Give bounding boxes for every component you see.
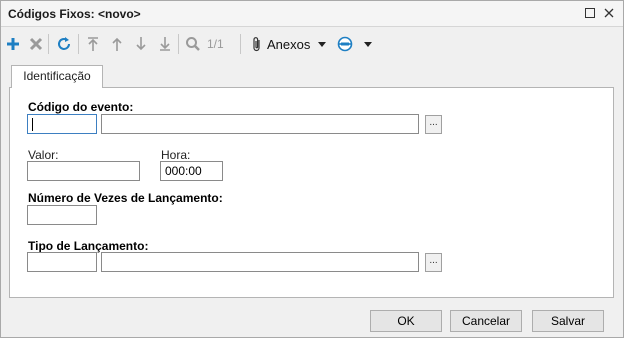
cancel-button[interactable]: Cancelar <box>450 310 522 332</box>
search-icon <box>186 37 200 51</box>
refresh-button[interactable] <box>53 33 75 55</box>
globe-dropdown[interactable] <box>337 33 377 55</box>
maximize-icon <box>585 8 595 18</box>
codigo-evento-description-field[interactable] <box>101 114 419 134</box>
tipo-lancamento-lookup-button[interactable]: ... <box>425 253 442 272</box>
toolbar-separator <box>78 34 79 54</box>
tipo-lancamento-description-field[interactable] <box>101 252 419 272</box>
first-record-icon <box>88 37 98 51</box>
tipo-lancamento-label: Tipo de Lançamento: <box>28 239 149 253</box>
toolbar-separator <box>48 34 49 54</box>
record-pager: 1/1 <box>207 37 224 51</box>
chevron-down-icon <box>318 41 327 47</box>
codigo-evento-input[interactable] <box>27 114 97 134</box>
search-button[interactable] <box>182 33 204 55</box>
paperclip-icon <box>253 37 260 52</box>
globe-icon <box>337 36 353 52</box>
add-icon <box>7 38 19 50</box>
toolbar-separator <box>178 34 179 54</box>
codigo-evento-lookup-button[interactable]: ... <box>425 115 442 134</box>
anexos-dropdown[interactable]: Anexos <box>251 33 333 55</box>
chevron-down-icon <box>364 41 372 47</box>
title-bar: Códigos Fixos: <novo> <box>1 1 623 27</box>
close-icon <box>604 8 614 18</box>
numero-vezes-label: Número de Vezes de Lançamento: <box>28 191 223 205</box>
window-title: Códigos Fixos: <novo> <box>8 7 141 21</box>
dialog-footer: OK Cancelar Salvar <box>1 301 623 337</box>
first-record-button[interactable] <box>82 33 104 55</box>
next-record-icon <box>136 37 146 51</box>
refresh-icon <box>58 37 70 50</box>
close-window-button[interactable] <box>600 5 618 23</box>
previous-record-icon <box>112 37 122 51</box>
hora-label: Hora: <box>161 148 191 162</box>
ok-button[interactable]: OK <box>370 310 442 332</box>
save-button[interactable]: Salvar <box>532 310 604 332</box>
codigo-evento-label: Código do evento: <box>28 100 134 114</box>
next-record-button[interactable] <box>130 33 152 55</box>
delete-icon <box>29 37 43 51</box>
anexos-label: Anexos <box>267 36 311 52</box>
valor-label: Valor: <box>28 148 59 162</box>
maximize-button[interactable] <box>581 5 599 23</box>
delete-button[interactable] <box>25 33 47 55</box>
hora-input[interactable]: 000:00 <box>160 161 223 181</box>
previous-record-button[interactable] <box>106 33 128 55</box>
tipo-lancamento-input[interactable] <box>27 252 97 272</box>
dialog-window: Códigos Fixos: <novo> 1/1 Anexos Identif… <box>0 0 624 338</box>
text-cursor <box>32 118 33 131</box>
valor-input[interactable] <box>27 161 140 181</box>
tab-identificacao[interactable]: Identificação <box>11 65 103 88</box>
last-record-button[interactable] <box>154 33 176 55</box>
add-button[interactable] <box>2 33 24 55</box>
toolbar-separator <box>240 34 241 54</box>
numero-vezes-input[interactable] <box>27 205 97 225</box>
toolbar: 1/1 Anexos <box>1 28 623 60</box>
last-record-icon <box>160 37 170 51</box>
tab-panel-identificacao: Código do evento: ... Valor: Hora: 000:0… <box>9 87 614 298</box>
